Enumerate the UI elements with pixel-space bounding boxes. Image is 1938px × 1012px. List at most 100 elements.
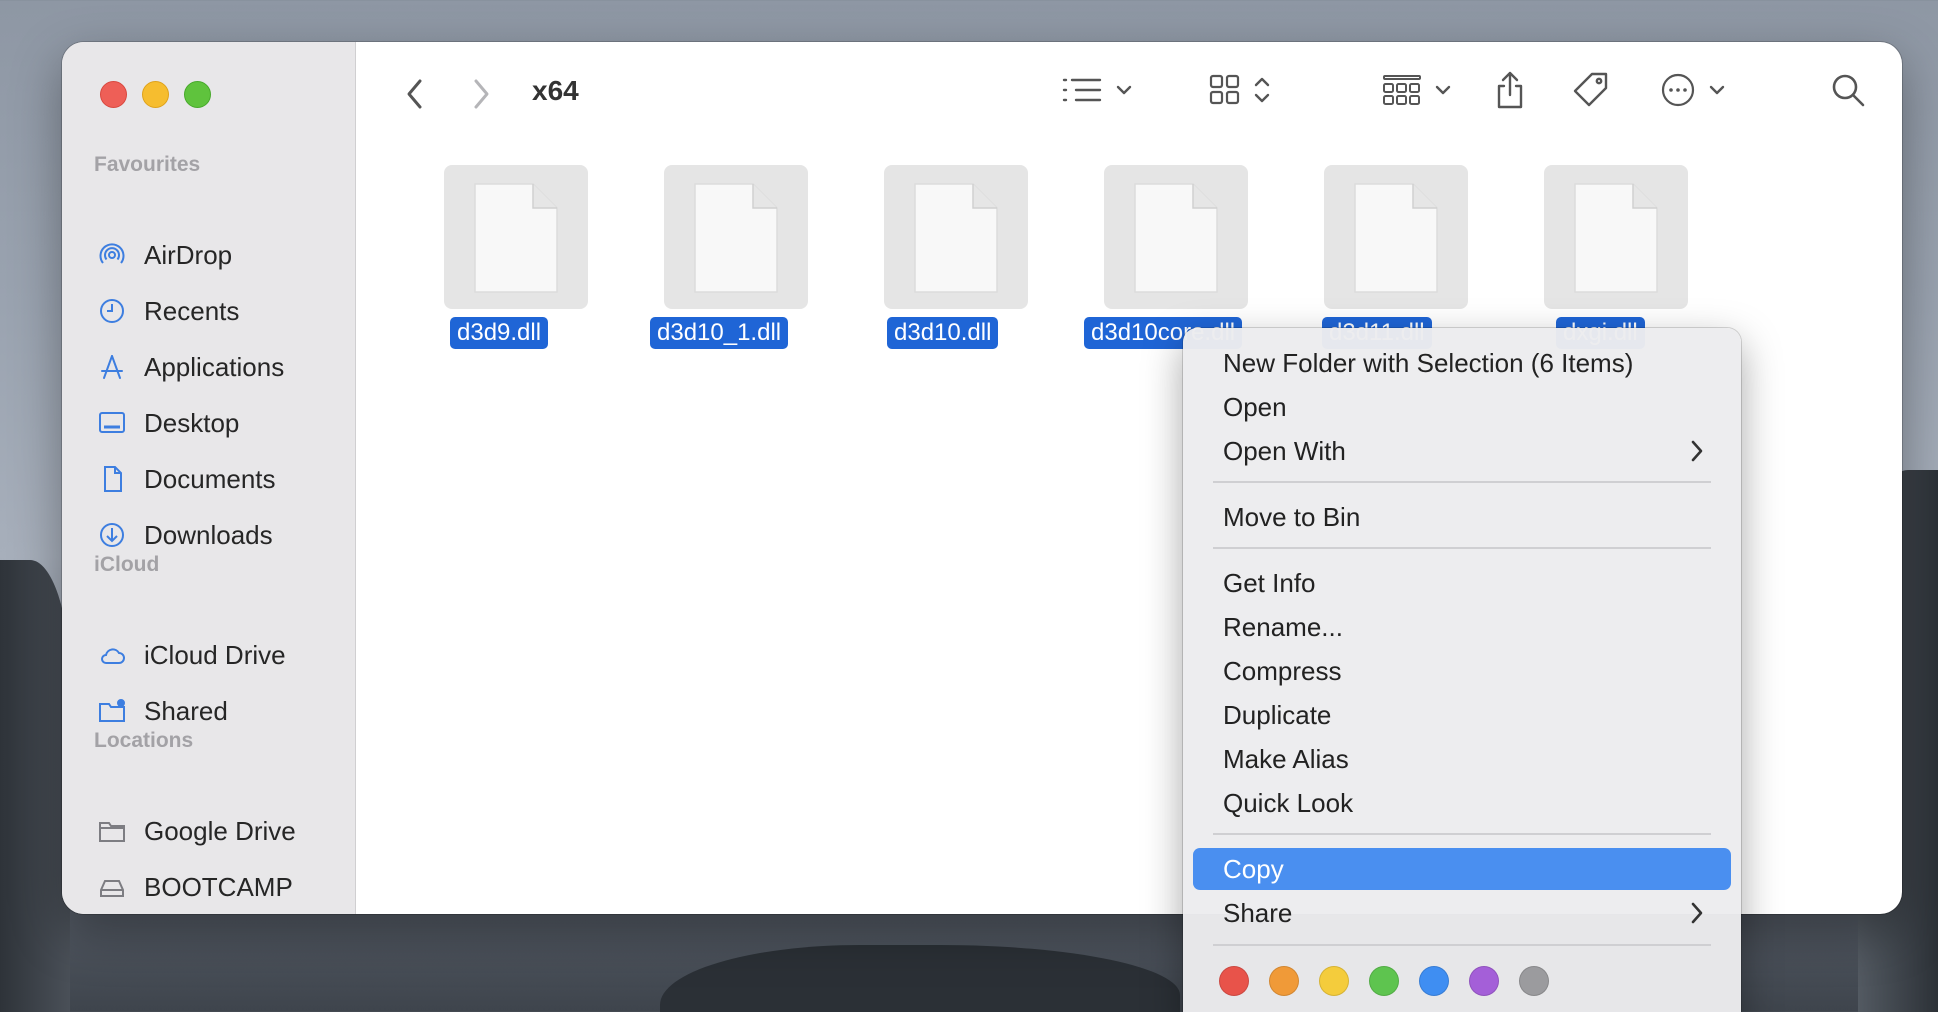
file-thumbnail	[444, 165, 588, 309]
sidebar-item-label: Shared	[144, 695, 228, 726]
menu-item-rename[interactable]: Rename...	[1193, 606, 1731, 648]
menu-item-compress[interactable]: Compress	[1193, 650, 1731, 692]
chevron-right-icon	[1691, 902, 1703, 924]
chevron-down-icon	[1116, 85, 1132, 95]
back-button[interactable]	[400, 74, 430, 114]
tag-green-dot[interactable]	[1369, 966, 1399, 996]
sidebar-item-applications[interactable]: Applications	[96, 347, 284, 387]
menu-item-label: Share	[1223, 897, 1293, 928]
sidebar-item-downloads[interactable]: Downloads	[96, 515, 273, 555]
menu-item-label: Move to Bin	[1223, 501, 1361, 532]
tag-gray-dot[interactable]	[1519, 966, 1549, 996]
document-file-icon	[1354, 183, 1438, 293]
sidebar-item-label: iCloud Drive	[144, 639, 286, 670]
sidebar: Favourites AirDrop Recents Applications …	[62, 42, 356, 914]
menu-item-open[interactable]: Open	[1193, 386, 1731, 428]
file-thumbnail	[1544, 165, 1688, 309]
sidebar-item-desktop[interactable]: Desktop	[96, 403, 239, 443]
chevron-down-icon	[1435, 85, 1451, 95]
sidebar-item-airdrop[interactable]: AirDrop	[96, 235, 232, 275]
sidebar-item-bootcamp[interactable]: BOOTCAMP	[96, 867, 293, 907]
file-name-label: d3d9.dll	[450, 317, 549, 349]
document-file-icon	[1574, 183, 1658, 293]
menu-item-new-folder-with-selection[interactable]: New Folder with Selection (6 Items)	[1193, 342, 1731, 384]
tag-orange-dot[interactable]	[1269, 966, 1299, 996]
file-item[interactable]: d3d10core.dll	[1077, 165, 1248, 349]
list-view-button[interactable]	[1061, 70, 1133, 110]
sidebar-item-documents[interactable]: Documents	[96, 459, 276, 499]
file-item[interactable]: d3d9.dll	[417, 165, 588, 349]
menu-item-open-with[interactable]: Open With	[1193, 430, 1731, 472]
sidebar-heading-favourites: Favourites	[94, 153, 201, 176]
tag-yellow-dot[interactable]	[1319, 966, 1349, 996]
menu-item-copy[interactable]: Copy	[1193, 848, 1731, 890]
menu-item-label: Make Alias	[1223, 743, 1349, 774]
sidebar-item-google-drive[interactable]: Google Drive	[96, 811, 296, 851]
file-item[interactable]: d3d10.dll	[857, 165, 1028, 349]
sidebar-item-shared[interactable]: Shared	[96, 691, 228, 731]
file-name-label: d3d10_1.dll	[650, 317, 789, 349]
document-file-icon	[1134, 183, 1218, 293]
sidebar-heading-icloud: iCloud	[94, 553, 160, 576]
share-button[interactable]	[1494, 70, 1526, 110]
document-file-icon	[474, 183, 558, 293]
file-thumbnail	[1324, 165, 1468, 309]
document-file-icon	[694, 183, 778, 293]
file-item[interactable]: dxgi.dll	[1517, 165, 1688, 349]
grid-view-button[interactable]	[1209, 70, 1271, 110]
file-item[interactable]: d3d11.dll	[1297, 165, 1468, 349]
minimize-window-button[interactable]	[142, 81, 169, 108]
menu-item-duplicate[interactable]: Duplicate	[1193, 694, 1731, 736]
more-actions-button[interactable]	[1660, 70, 1726, 110]
menu-separator	[1213, 481, 1711, 483]
menu-separator	[1213, 944, 1711, 946]
sidebar-item-recents[interactable]: Recents	[96, 291, 239, 331]
menu-item-make-alias[interactable]: Make Alias	[1193, 738, 1731, 780]
menu-separator	[1213, 547, 1711, 549]
menu-item-get-info[interactable]: Get Info	[1193, 562, 1731, 604]
shared-folder-icon	[96, 695, 128, 727]
airdrop-icon	[96, 239, 128, 271]
sidebar-heading-locations: Locations	[94, 729, 194, 752]
menu-item-label: New Folder with Selection (6 Items)	[1223, 347, 1634, 378]
cloud-icon	[96, 639, 128, 671]
file-thumbnail	[884, 165, 1028, 309]
menu-separator	[1213, 833, 1711, 835]
menu-item-move-to-bin[interactable]: Move to Bin	[1193, 496, 1731, 538]
window-controls	[100, 81, 211, 108]
menu-item-share[interactable]: Share	[1193, 892, 1731, 934]
menu-item-quick-look[interactable]: Quick Look	[1193, 782, 1731, 824]
close-window-button[interactable]	[100, 81, 127, 108]
menu-item-label: Copy	[1223, 853, 1284, 884]
folder-icon	[96, 815, 128, 847]
forward-icon	[474, 79, 489, 109]
back-icon	[407, 79, 422, 109]
download-icon	[96, 519, 128, 551]
sidebar-item-icloud-drive[interactable]: iCloud Drive	[96, 635, 286, 675]
group-icon	[1383, 75, 1421, 105]
desktop-icon	[96, 407, 128, 439]
sidebar-item-label: Documents	[144, 463, 276, 494]
grid-view-icon	[1209, 74, 1240, 105]
search-button[interactable]	[1830, 70, 1866, 110]
chevron-down-icon	[1709, 85, 1725, 95]
menu-item-label: Compress	[1223, 655, 1342, 686]
sidebar-item-label: Desktop	[144, 407, 240, 438]
maximize-window-button[interactable]	[184, 81, 211, 108]
file-item[interactable]: d3d10_1.dll	[637, 165, 808, 349]
menu-item-label: Open	[1223, 391, 1287, 422]
list-view-icon	[1062, 78, 1102, 102]
window-title: x64	[532, 75, 579, 106]
tag-red-dot[interactable]	[1219, 966, 1249, 996]
up-down-chevron-icon	[1254, 77, 1270, 103]
tag-button[interactable]	[1572, 70, 1610, 110]
tag-purple-dot[interactable]	[1469, 966, 1499, 996]
group-button[interactable]	[1382, 70, 1452, 110]
more-icon	[1661, 73, 1695, 107]
clock-icon	[96, 295, 128, 327]
drive-icon	[96, 871, 128, 903]
tag-blue-dot[interactable]	[1419, 966, 1449, 996]
desktop-wallpaper-rock-left	[0, 560, 70, 1012]
document-icon	[96, 463, 128, 495]
forward-button[interactable]	[466, 74, 496, 114]
